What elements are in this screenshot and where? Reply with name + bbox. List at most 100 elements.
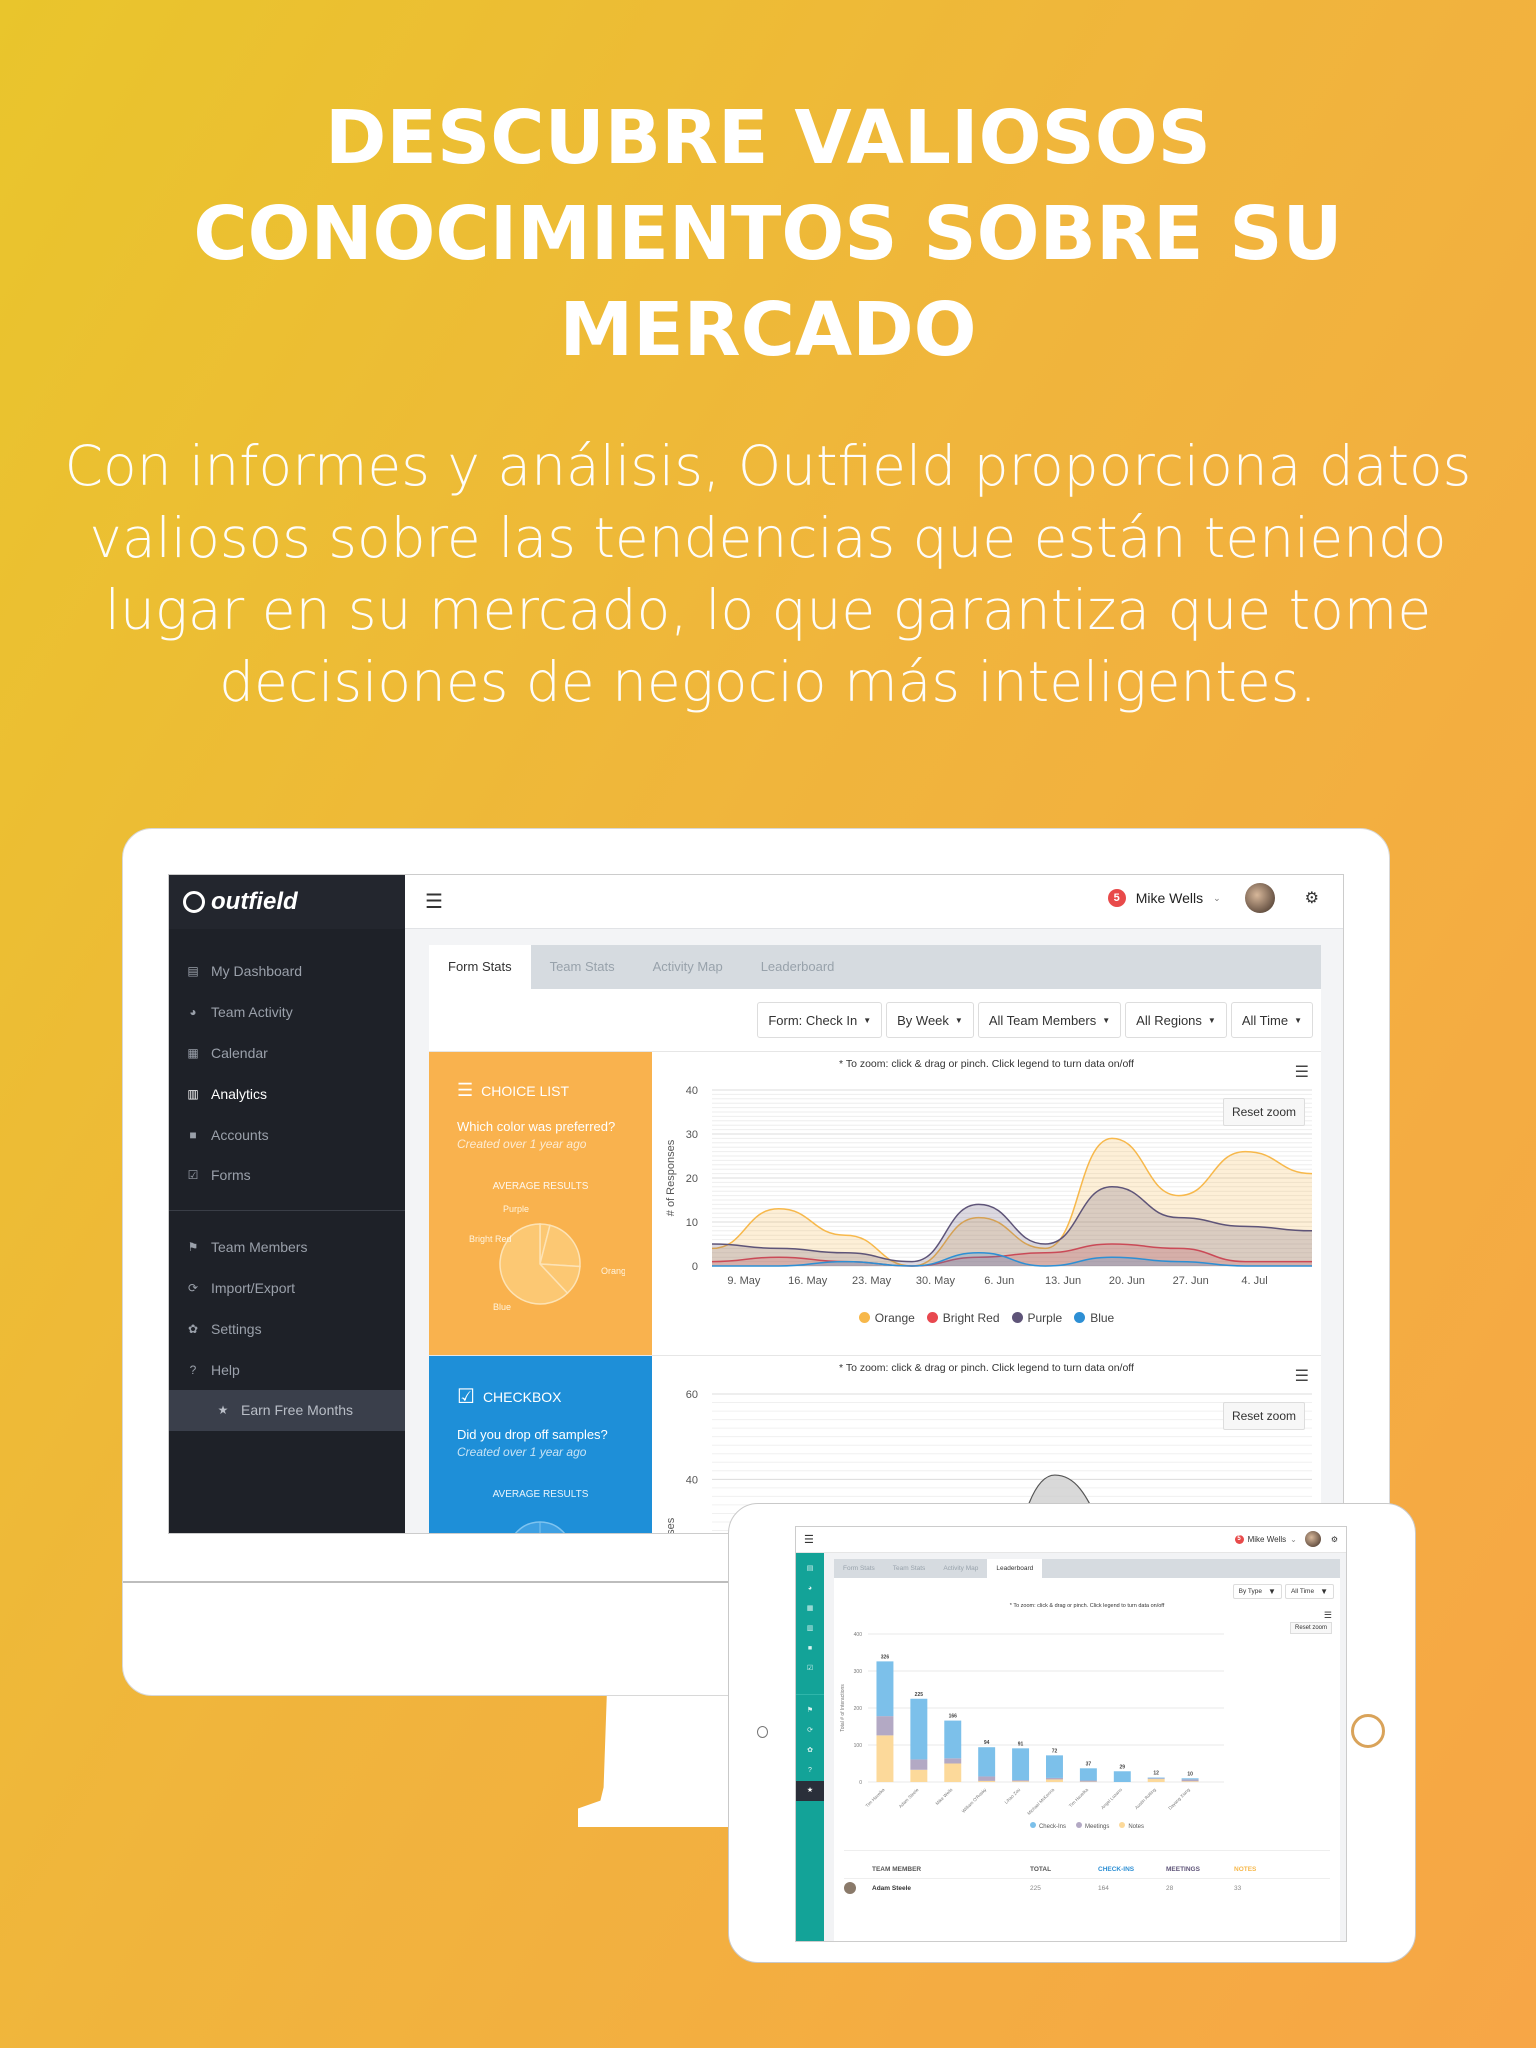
x-tick-label: Mike Wells (935, 1787, 954, 1806)
hamburger-menu-icon[interactable]: ☰ (804, 1533, 814, 1546)
leaderboard-bar-chart[interactable]: 0 100 200 300 400 Total # of Interactions 326 T… (834, 1628, 1234, 1828)
bar-segment-meetings (978, 1776, 996, 1781)
form-filter-dropdown[interactable]: Form: Check In ▼ (757, 1002, 883, 1038)
avatar[interactable] (1244, 883, 1275, 913)
checkins-cell: 164 (1098, 1884, 1109, 1892)
member-name[interactable]: Adam Steele (872, 1885, 1030, 1892)
legend-item[interactable]: Blue (1074, 1311, 1114, 1325)
reset-zoom-button[interactable]: Reset zoom (1222, 1402, 1305, 1430)
avatar[interactable] (1304, 1531, 1321, 1547)
bar-segment-meetings (910, 1759, 928, 1770)
sidebar-item-team-activity[interactable]: ◕ Team Activity (169, 992, 405, 1033)
x-tick-label: 20. Jun (1109, 1275, 1145, 1287)
sidebar-spacer (796, 1679, 824, 1695)
check-square-icon[interactable]: ☑ (796, 1659, 824, 1679)
tab-form-stats[interactable]: Form Stats (834, 1559, 884, 1578)
column-header[interactable]: TOTAL (1030, 1866, 1098, 1873)
sidebar-item-label: Earn Free Months (241, 1402, 354, 1419)
sidebar-item-forms[interactable]: ☑ Forms (169, 1155, 405, 1196)
sidebar-item-accounts[interactable]: ■ Accounts (169, 1114, 405, 1155)
bar-segment-meetings (876, 1716, 894, 1736)
reset-zoom-button[interactable]: Reset zoom (1222, 1098, 1305, 1126)
sidebar-item-label: Help (211, 1361, 240, 1378)
filter-label: All Time (1241, 1012, 1289, 1028)
notification-badge[interactable]: 5 (1234, 1534, 1244, 1544)
bar-segment-check-ins (1181, 1778, 1199, 1780)
legend-item[interactable]: Notes (1119, 1822, 1144, 1830)
bar-segment-check-ins (1079, 1768, 1097, 1781)
column-header[interactable]: NOTES (1234, 1866, 1294, 1873)
y-tick-label: 100 (854, 1743, 863, 1749)
table-row[interactable]: Adam Steele 225 164 28 33 (844, 1879, 1330, 1897)
x-tick-label: Michael McKenna (1026, 1787, 1055, 1816)
sidebar-item-team-members[interactable]: ⚑ Team Members (169, 1227, 405, 1268)
sidebar-item-import-export[interactable]: ⟳ Import/Export (169, 1268, 405, 1309)
hamburger-menu-icon[interactable]: ☰ (425, 889, 443, 914)
sidebar-item-settings[interactable]: ✿ Settings (169, 1308, 405, 1349)
team-members-filter-dropdown[interactable]: All Team Members ▼ (977, 1002, 1122, 1038)
filter-label: All Regions (1136, 1012, 1202, 1028)
type-filter-dropdown[interactable]: By Type ▼ (1232, 1584, 1282, 1599)
legend-item[interactable]: Purple (1011, 1311, 1062, 1325)
user-name[interactable]: Mike Wells (1248, 1535, 1287, 1544)
caret-down-icon: ▼ (1102, 1015, 1111, 1025)
legend-item[interactable]: Bright Red (926, 1311, 1000, 1325)
dashboard-icon[interactable]: ▤ (796, 1559, 824, 1579)
column-header[interactable]: MEETINGS (1166, 1866, 1234, 1873)
reset-zoom-button[interactable]: Reset zoom (1289, 1622, 1332, 1634)
tablet-sidebar: ▤ ◕ ▦ ▥ ■ ☑ ⚑ ⟳ ✿ ? ★ (796, 1553, 824, 1941)
regions-filter-dropdown[interactable]: All Regions ▼ (1125, 1002, 1227, 1038)
tab-activity-map[interactable]: Activity Map (634, 945, 742, 989)
tachometer-icon: ◕ (189, 1005, 197, 1020)
tab-form-stats[interactable]: Form Stats (429, 945, 531, 989)
card-created: Created over 1 year ago (457, 1445, 587, 1459)
tab-leaderboard[interactable]: Leaderboard (742, 945, 854, 989)
caret-down-icon: ▼ (1294, 1015, 1302, 1025)
bar-segment-notes (1181, 1781, 1199, 1782)
y-tick-label: 30 (686, 1129, 698, 1141)
sidebar-divider (169, 1209, 405, 1211)
time-filter-dropdown[interactable]: All Time ▼ (1284, 1584, 1334, 1599)
calendar-icon[interactable]: ▦ (796, 1599, 824, 1619)
sidebar-item-calendar[interactable]: ▦ Calendar (169, 1033, 405, 1074)
caret-down-icon: ▼ (1207, 1015, 1216, 1025)
tab-leaderboard[interactable]: Leaderboard (987, 1559, 1043, 1578)
user-menu[interactable]: 5 Mike Wells ⌄ ⚙ (1107, 883, 1319, 913)
logo[interactable]: outfield (169, 875, 405, 929)
gear-icon[interactable]: ✿ (796, 1741, 824, 1761)
checkbox-icon: ☑ (457, 1386, 475, 1408)
sidebar-item-help[interactable]: ? Help (169, 1349, 405, 1390)
legend-item[interactable]: Orange (858, 1311, 915, 1325)
period-filter-dropdown[interactable]: By Week ▼ (886, 1002, 974, 1038)
chevron-down-icon[interactable]: ⌄ (1290, 1535, 1297, 1544)
chevron-down-icon[interactable]: ⌄ (1213, 893, 1221, 904)
column-header[interactable]: TEAM MEMBER (872, 1866, 1030, 1873)
tab-activity-map[interactable]: Activity Map (934, 1559, 987, 1578)
data-label: 166 (949, 1714, 958, 1720)
legend-label: Meetings (1084, 1824, 1110, 1830)
sidebar-item-my-dashboard[interactable]: ▤ My Dashboard (169, 951, 405, 992)
tab-team-stats[interactable]: Team Stats (884, 1559, 935, 1578)
tachometer-icon[interactable]: ◕ (796, 1579, 824, 1599)
notification-badge[interactable]: 5 (1107, 889, 1126, 907)
briefcase-icon[interactable]: ■ (796, 1639, 824, 1659)
bar-chart-icon[interactable]: ▥ (796, 1619, 824, 1639)
tab-team-stats[interactable]: Team Stats (531, 945, 634, 989)
refresh-icon[interactable]: ⟳ (796, 1721, 824, 1741)
gear-icon[interactable]: ⚙ (1305, 888, 1319, 908)
sidebar-item-analytics[interactable]: ▥ Analytics (169, 1073, 405, 1114)
legend-item[interactable]: Meetings (1075, 1822, 1110, 1830)
question-icon[interactable]: ? (796, 1761, 824, 1781)
column-header[interactable]: CHECK-INS (1098, 1866, 1166, 1873)
y-tick-label: 400 (854, 1632, 863, 1638)
data-label: 72 (1052, 1748, 1058, 1754)
flag-icon[interactable]: ⚑ (796, 1701, 824, 1721)
user-menu[interactable]: 5 Mike Wells ⌄ ⚙ (1234, 1531, 1338, 1547)
sidebar-item-earn-free-months[interactable]: ★ Earn Free Months (169, 1389, 405, 1431)
gear-icon[interactable]: ⚙ (1331, 1535, 1338, 1544)
chart-menu-icon[interactable]: ☰ (1324, 1610, 1332, 1621)
time-filter-dropdown[interactable]: All Time ▼ (1230, 1002, 1313, 1038)
user-name[interactable]: Mike Wells (1136, 890, 1203, 906)
star-icon[interactable]: ★ (796, 1781, 824, 1801)
legend-item[interactable]: Check-Ins (1029, 1822, 1066, 1830)
